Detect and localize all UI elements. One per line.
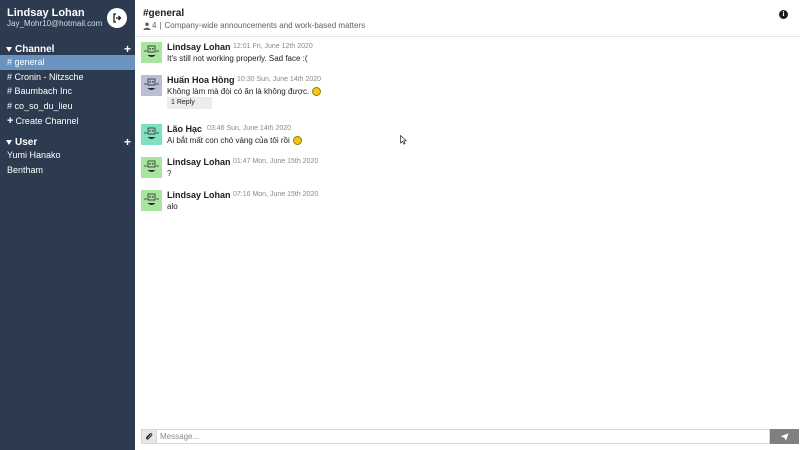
channel-header: #general 4 | Company-wide announcements … xyxy=(135,0,800,37)
member-count[interactable]: 4 xyxy=(152,21,156,30)
message-composer xyxy=(141,429,799,444)
send-icon xyxy=(780,432,789,440)
attach-button[interactable] xyxy=(141,429,157,444)
paperclip-icon xyxy=(145,433,153,440)
message-author[interactable]: Lindsay Lohan xyxy=(167,42,231,52)
plus-icon: + xyxy=(7,115,14,127)
message-text: It's still not working properly. Sad fac… xyxy=(167,54,308,63)
user-item-yumi-hanako[interactable]: Yumi Hanako xyxy=(0,148,135,163)
message-text: ? xyxy=(167,169,172,178)
channel-title: #general xyxy=(143,8,185,19)
caret-down-icon xyxy=(6,47,12,52)
caret-down-icon xyxy=(6,140,12,145)
message-body: Ai bắt mất con chó vàng của tôi rồi xyxy=(167,136,302,145)
emoji-icon xyxy=(292,136,302,145)
create-channel-button[interactable]: + Create Channel xyxy=(0,114,135,129)
avatar[interactable] xyxy=(141,190,162,211)
message-body: It's still not working properly. Sad fac… xyxy=(167,54,308,63)
reply-count-button[interactable]: 1 Reply xyxy=(167,97,212,109)
user-item-bentham[interactable]: Bentham xyxy=(0,163,135,178)
avatar[interactable] xyxy=(141,124,162,145)
message-timestamp: 07:16 Mon, June 15th 2020 xyxy=(233,191,319,198)
message-body: Không làm mà đòi có ăn là không được. xyxy=(167,87,322,96)
sidebar: Lindsay Lohan Jay_Mohr10@hotmail.com Cha… xyxy=(0,0,135,450)
message-text: alo xyxy=(167,202,178,211)
message-author[interactable]: Huấn Hoa Hồng xyxy=(167,75,235,85)
message-text: Không làm mà đòi có ăn là không được. xyxy=(167,87,310,96)
message-author[interactable]: Lão Hạc xyxy=(167,124,202,134)
user-section-label: User xyxy=(15,137,38,148)
channel-section-label: Channel xyxy=(15,44,55,55)
robot-avatar-icon xyxy=(144,45,159,57)
channel-item-cronin-nitzsche[interactable]: # Cronin - Nitzsche xyxy=(0,70,135,85)
channel-meta: 4 | Company-wide announcements and work-… xyxy=(143,21,365,30)
mouse-cursor-icon xyxy=(400,135,407,145)
avatar[interactable] xyxy=(141,75,162,96)
message-body: ? xyxy=(167,169,171,178)
emoji-icon xyxy=(312,87,322,96)
message-timestamp: 12:01 Fri, June 12th 2020 xyxy=(233,43,313,50)
create-channel-label: Create Channel xyxy=(15,116,79,126)
channel-description: Company-wide announcements and work-base… xyxy=(164,21,366,30)
profile-email: Jay_Mohr10@hotmail.com xyxy=(7,19,103,28)
meta-separator: | xyxy=(159,21,162,30)
info-icon[interactable]: i xyxy=(779,10,788,19)
message-author[interactable]: Lindsay Lohan xyxy=(167,157,231,167)
robot-avatar-icon xyxy=(144,193,159,205)
user-profile: Lindsay Lohan Jay_Mohr10@hotmail.com xyxy=(0,0,135,36)
message-input[interactable] xyxy=(157,429,770,444)
add-channel-icon[interactable]: + xyxy=(124,42,131,56)
user-icon xyxy=(143,22,151,30)
message-body: alo xyxy=(167,202,178,211)
avatar[interactable] xyxy=(141,157,162,178)
robot-avatar-icon xyxy=(144,127,159,139)
profile-name: Lindsay Lohan xyxy=(7,7,85,19)
message-timestamp: 03:46 Sun, June 14th 2020 xyxy=(207,125,292,132)
robot-avatar-icon xyxy=(144,78,159,90)
logout-icon xyxy=(113,13,122,23)
channel-item-baumbach-inc[interactable]: # Baumbach Inc xyxy=(0,84,135,99)
message-text: Ai bắt mất con chó vàng của tôi rồi xyxy=(167,136,290,145)
message-timestamp: 10:30 Sun, June 14th 2020 xyxy=(237,76,322,83)
avatar[interactable] xyxy=(141,42,162,63)
message-timestamp: 01:47 Mon, June 15th 2020 xyxy=(233,158,319,165)
channel-item-general[interactable]: # general xyxy=(0,55,135,70)
logout-button[interactable] xyxy=(107,8,127,28)
send-button[interactable] xyxy=(770,429,799,444)
channel-item-co-so-du-lieu[interactable]: # co_so_du_lieu xyxy=(0,99,135,114)
message-author[interactable]: Lindsay Lohan xyxy=(167,190,231,200)
robot-avatar-icon xyxy=(144,160,159,172)
add-user-icon[interactable]: + xyxy=(124,135,131,149)
